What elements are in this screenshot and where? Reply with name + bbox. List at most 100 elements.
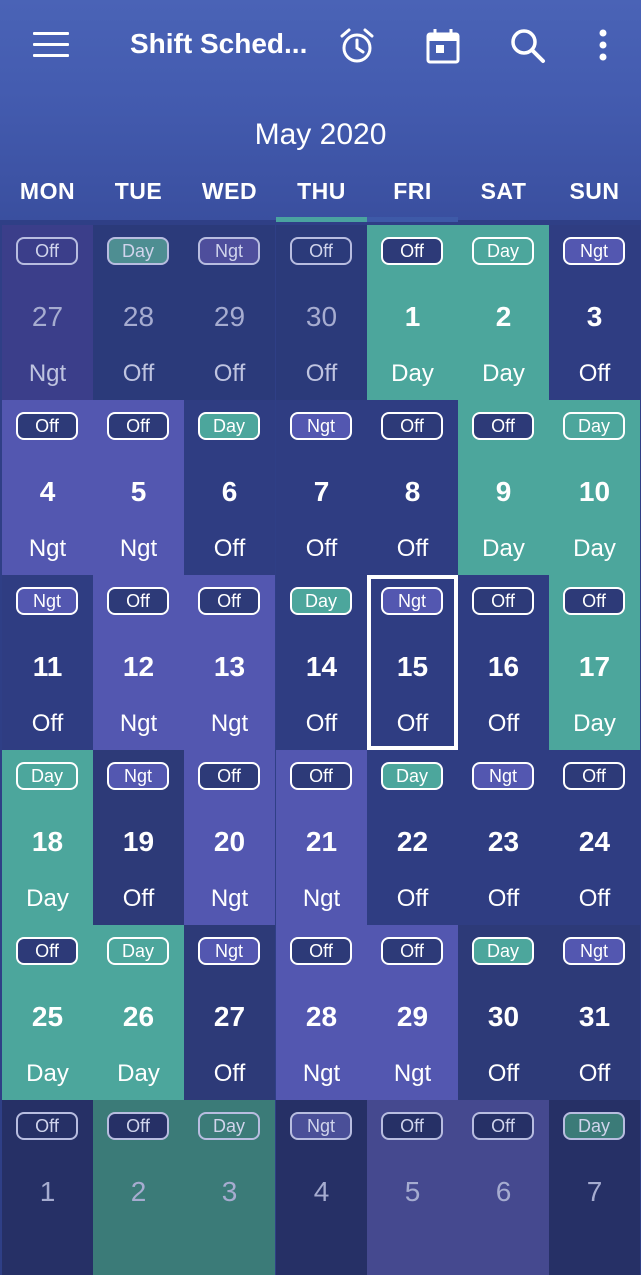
shift-label: Ngt	[302, 1060, 341, 1087]
more-vert-icon[interactable]	[583, 26, 623, 66]
day-number: 7	[586, 1176, 603, 1207]
day-number: 7	[313, 476, 330, 507]
calendar-day-today[interactable]: Ngt 15 Off	[367, 575, 458, 750]
day-number: 27	[213, 1001, 246, 1032]
shift-label: Ngt	[119, 710, 158, 737]
alarm-clock-icon[interactable]	[337, 26, 377, 66]
calendar-day[interactable]: Day 7	[549, 1100, 640, 1275]
shift-badge: Day	[16, 762, 78, 790]
shift-badge: Day	[563, 412, 625, 440]
calendar-day[interactable]: Day 10 Day	[549, 400, 640, 575]
shift-label: Off	[305, 710, 338, 737]
calendar-day[interactable]: Off 24 Off	[549, 750, 640, 925]
app-bar: Shift Sched...	[0, 0, 641, 90]
calendar-day[interactable]: Day 22 Off	[367, 750, 458, 925]
calendar-day[interactable]: Day 2 Day	[458, 225, 549, 400]
shift-label: Off	[122, 885, 155, 912]
shift-badge: Off	[16, 937, 78, 965]
calendar-day[interactable]: Day 3	[184, 1100, 275, 1275]
calendar-day[interactable]: Off 8 Off	[367, 400, 458, 575]
shift-badge: Ngt	[563, 237, 625, 265]
weekday-tue: TUE	[114, 178, 163, 204]
calendar-day[interactable]: Ngt 31 Off	[549, 925, 640, 1100]
day-number: 31	[578, 1001, 611, 1032]
calendar-day[interactable]: Ngt 11 Off	[2, 575, 93, 750]
shift-badge: Ngt	[381, 587, 443, 615]
calendar-day[interactable]: Off 16 Off	[458, 575, 549, 750]
shift-badge: Day	[563, 1112, 625, 1140]
weekday-underline-thu	[276, 217, 367, 222]
shift-badge: Day	[472, 237, 534, 265]
shift-badge: Day	[381, 762, 443, 790]
calendar-day[interactable]: Ngt 3 Off	[549, 225, 640, 400]
calendar-icon[interactable]	[423, 26, 463, 66]
calendar-day[interactable]: Off 25 Day	[2, 925, 93, 1100]
calendar-day[interactable]: Ngt 27 Off	[184, 925, 275, 1100]
shift-badge: Day	[107, 937, 169, 965]
calendar-day[interactable]: Off 2	[93, 1100, 184, 1275]
day-number: 9	[495, 476, 512, 507]
calendar-day[interactable]: Ngt 4	[276, 1100, 367, 1275]
shift-badge: Ngt	[290, 412, 352, 440]
calendar-day[interactable]: Ngt 19 Off	[93, 750, 184, 925]
shift-badge: Ngt	[472, 762, 534, 790]
calendar-day[interactable]: Day 30 Off	[458, 925, 549, 1100]
calendar-day[interactable]: Ngt 7 Off	[276, 400, 367, 575]
shift-badge: Ngt	[290, 1112, 352, 1140]
calendar-day[interactable]: Off 5 Ngt	[93, 400, 184, 575]
day-number: 19	[122, 826, 155, 857]
calendar-day[interactable]: Off 9 Day	[458, 400, 549, 575]
day-number: 13	[213, 651, 246, 682]
calendar-day[interactable]: Off 29 Ngt	[367, 925, 458, 1100]
day-number: 20	[213, 826, 246, 857]
calendar-day[interactable]: Off 30 Off	[276, 225, 367, 400]
day-number: 21	[305, 826, 338, 857]
calendar-day[interactable]: Day 28 Off	[93, 225, 184, 400]
calendar-day[interactable]: Ngt 23 Off	[458, 750, 549, 925]
shift-badge: Day	[198, 412, 260, 440]
calendar-day[interactable]: Off 13 Ngt	[184, 575, 275, 750]
calendar-day[interactable]: Day 6 Off	[184, 400, 275, 575]
calendar-day[interactable]: Off 1 Day	[367, 225, 458, 400]
shift-badge: Off	[381, 1112, 443, 1140]
menu-icon[interactable]	[33, 32, 69, 58]
calendar-day[interactable]: Day 26 Day	[93, 925, 184, 1100]
calendar-day[interactable]: Off 4 Ngt	[2, 400, 93, 575]
day-number: 4	[313, 1176, 330, 1207]
day-number: 16	[487, 651, 520, 682]
day-number: 10	[578, 476, 611, 507]
calendar-day[interactable]: Day 18 Day	[2, 750, 93, 925]
search-icon[interactable]	[508, 26, 548, 66]
calendar-day[interactable]: Off 17 Day	[549, 575, 640, 750]
day-number: 28	[122, 301, 155, 332]
shift-label: Off	[213, 535, 246, 562]
calendar-day[interactable]: Ngt 29 Off	[184, 225, 275, 400]
shift-label: Ngt	[302, 885, 341, 912]
calendar-day[interactable]: Off 28 Ngt	[276, 925, 367, 1100]
shift-badge: Ngt	[16, 587, 78, 615]
calendar-day[interactable]: Off 12 Ngt	[93, 575, 184, 750]
day-number: 11	[32, 651, 63, 682]
calendar-day[interactable]: Day 14 Off	[276, 575, 367, 750]
calendar-day[interactable]: Off 1	[2, 1100, 93, 1275]
shift-badge: Off	[107, 412, 169, 440]
calendar-day[interactable]: Off 20 Ngt	[184, 750, 275, 925]
shift-badge: Off	[290, 937, 352, 965]
calendar-day[interactable]: Off 5	[367, 1100, 458, 1275]
day-number: 23	[487, 826, 520, 857]
day-number: 3	[586, 301, 603, 332]
shift-badge: Off	[381, 937, 443, 965]
shift-label: Day	[26, 885, 69, 912]
shift-badge: Off	[107, 587, 169, 615]
calendar-day[interactable]: Off 21 Ngt	[276, 750, 367, 925]
day-number: 6	[495, 1176, 512, 1207]
calendar-day[interactable]: Off 6	[458, 1100, 549, 1275]
day-number: 12	[122, 651, 155, 682]
calendar-day[interactable]: Off 27 Ngt	[2, 225, 93, 400]
shift-label: Ngt	[119, 535, 158, 562]
shift-label: Off	[122, 360, 155, 387]
shift-badge: Off	[16, 412, 78, 440]
shift-label: Off	[578, 360, 611, 387]
day-number: 22	[396, 826, 429, 857]
month-label: May 2020	[254, 118, 387, 151]
